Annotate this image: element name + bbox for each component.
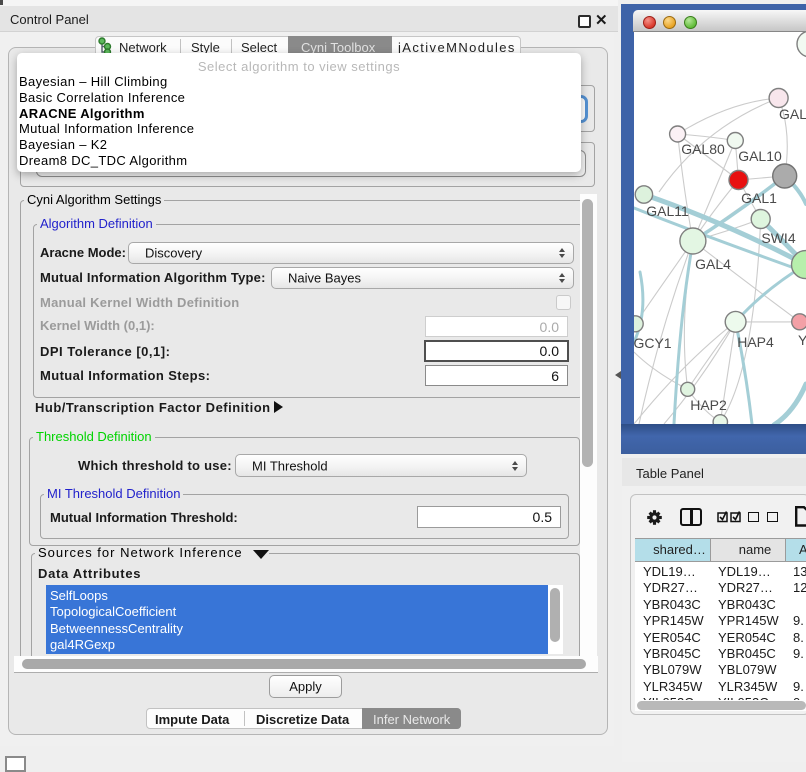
svg-text:SWI4: SWI4 (761, 230, 795, 246)
svg-text:GAL1: GAL1 (741, 190, 777, 206)
svg-text:GCY1: GCY1 (634, 335, 672, 351)
svg-text:HAP2: HAP2 (690, 397, 727, 413)
svg-text:GAL10: GAL10 (738, 148, 782, 164)
svg-text:HAP4: HAP4 (737, 334, 774, 350)
svg-text:GAL80: GAL80 (681, 141, 725, 157)
svg-text:GAL4: GAL4 (695, 256, 731, 272)
svg-text:GAL2: GAL2 (779, 106, 806, 122)
svg-text:GAL11: GAL11 (646, 203, 689, 219)
svg-text:Y: Y (798, 332, 806, 348)
